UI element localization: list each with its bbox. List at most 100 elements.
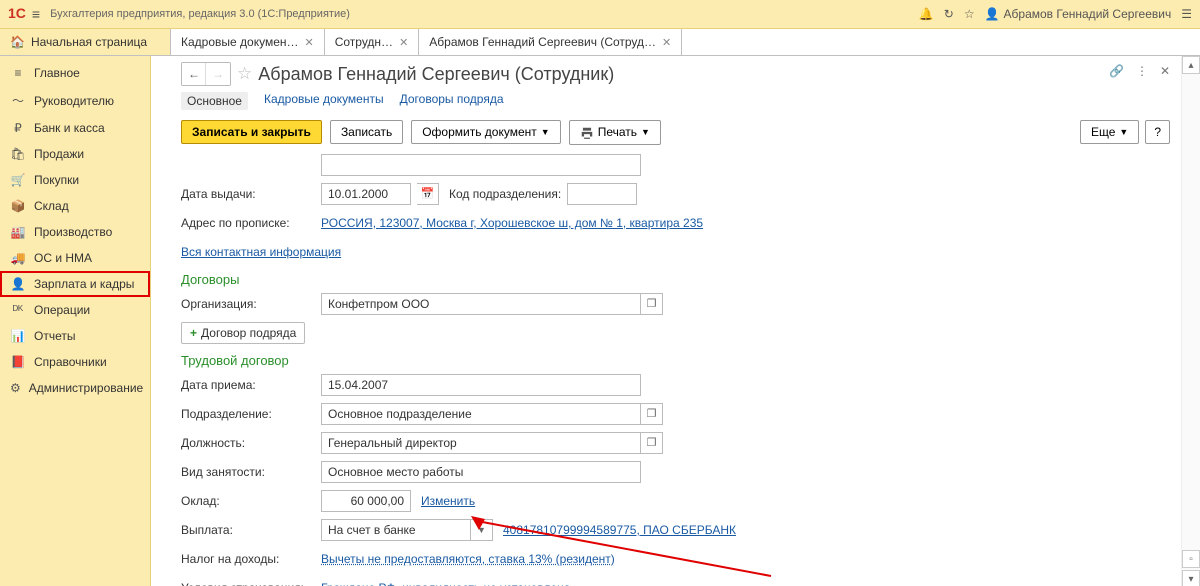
page-title: Абрамов Геннадий Сергеевич (Сотрудник)	[258, 64, 614, 85]
caret-down-icon[interactable]: ▼	[471, 519, 493, 541]
close-icon[interactable]: ✕	[1160, 64, 1170, 78]
sidebar-item-production[interactable]: 🏭Производство	[0, 219, 150, 245]
history-icon[interactable]: ↻	[944, 7, 954, 21]
ins-link[interactable]: Граждане РФ, инвалидность не установлена	[321, 581, 570, 586]
tax-link[interactable]: Вычеты не предоставляются, ставка 13% (р…	[321, 552, 615, 566]
salary-input[interactable]: 60 000,00	[321, 490, 411, 512]
calendar-icon[interactable]: 📅	[417, 183, 439, 205]
tab-label: Кадровые докумен…	[181, 35, 299, 49]
printer-icon	[580, 125, 594, 140]
forward-button[interactable]: →	[206, 63, 230, 85]
sidebar-item-label: Отчеты	[34, 329, 75, 343]
sidebar-item-hr[interactable]: 👤Зарплата и кадры	[0, 271, 150, 297]
bell-icon[interactable]: 🔔	[919, 7, 934, 21]
salary-change-link[interactable]: Изменить	[421, 494, 475, 508]
back-button[interactable]: ←	[182, 63, 206, 85]
logo-1c: 1С	[8, 5, 26, 21]
open-icon[interactable]: ❐	[641, 432, 663, 454]
sidebar-item-reports[interactable]: 📊 Отчеты	[0, 323, 150, 349]
sidebar-item-purchases[interactable]: 🛒Покупки	[0, 167, 150, 193]
payout-select[interactable]: На счет в банке	[321, 519, 471, 541]
subtab-podr[interactable]: Договоры подряда	[400, 92, 504, 110]
user-chip[interactable]: 👤 Абрамов Геннадий Сергеевич	[985, 7, 1172, 21]
payout-label: Выплата:	[181, 523, 321, 537]
tab-home[interactable]: 🏠 Начальная страница	[0, 29, 171, 55]
sidebar-item-admin[interactable]: ⚙Администрирование	[0, 375, 150, 401]
scrollbar[interactable]: ▴ ▫ ▾	[1181, 56, 1200, 586]
favorite-icon[interactable]: ☆	[237, 64, 252, 84]
scroll-square[interactable]: ▫	[1182, 550, 1200, 568]
bag-icon: 🛍	[10, 147, 26, 161]
position-input[interactable]: Генеральный директор	[321, 432, 641, 454]
blank-field[interactable]	[321, 154, 641, 176]
scroll-down-icon[interactable]: ▾	[1182, 570, 1200, 586]
bank-link[interactable]: 40817810799994589775, ПАО СБЕРБАНК	[503, 523, 736, 537]
print-button[interactable]: Печать▼	[569, 120, 661, 145]
sidebar-item-boss[interactable]: 〜Руководителю	[0, 86, 150, 115]
sidebar-item-directories[interactable]: 📕Справочники	[0, 349, 150, 375]
salary-label: Оклад:	[181, 494, 321, 508]
subtab-main[interactable]: Основное	[181, 92, 248, 110]
sidebar-item-operations[interactable]: ᴰᴷОперации	[0, 297, 150, 323]
tab-sotrudniki[interactable]: Сотрудн… ✕	[325, 29, 420, 55]
sidebar-item-label: Производство	[34, 225, 112, 239]
close-icon[interactable]: ✕	[662, 36, 671, 49]
subtab-docs[interactable]: Кадровые документы	[264, 92, 384, 110]
ruble-icon: ₽	[10, 121, 26, 135]
box-icon: 📦	[10, 199, 26, 213]
app-title: Бухгалтерия предприятия, редакция 3.0 (1…	[50, 8, 350, 20]
address-link[interactable]: РОССИЯ, 123007, Москва г, Хорошевское ш,…	[321, 216, 703, 230]
link-icon[interactable]: 🔗	[1109, 64, 1124, 78]
sidebar-item-label: Продажи	[34, 147, 84, 161]
emp-type-input[interactable]: Основное место работы	[321, 461, 641, 483]
sidebar-item-sales[interactable]: 🛍 Продажи	[0, 141, 150, 167]
btn-label: Договор подряда	[201, 326, 296, 340]
create-doc-button[interactable]: Оформить документ▼	[411, 120, 560, 144]
tab-label: Абрамов Геннадий Сергеевич (Сотруд…	[429, 35, 656, 49]
dept-code-label: Код подразделения:	[449, 187, 561, 201]
hire-date-label: Дата приема:	[181, 378, 321, 392]
star-icon[interactable]: ☆	[964, 7, 975, 21]
tax-label: Налог на доходы:	[181, 552, 321, 566]
scroll-up-icon[interactable]: ▴	[1182, 56, 1200, 74]
page-header: ← → ☆ Абрамов Геннадий Сергеевич (Сотруд…	[181, 62, 1170, 86]
org-input[interactable]: Конфетпром ООО	[321, 293, 641, 315]
sidebar-item-label: Администрирование	[29, 381, 143, 395]
book-icon: 📕	[10, 355, 26, 369]
open-icon[interactable]: ❐	[641, 403, 663, 425]
barchart-icon: 📊	[10, 329, 26, 343]
save-button[interactable]: Записать	[330, 120, 403, 144]
settings-icon[interactable]: ☰	[1181, 7, 1192, 21]
issue-date-input[interactable]: 10.01.2000	[321, 183, 411, 205]
sidebar-item-warehouse[interactable]: 📦Склад	[0, 193, 150, 219]
sidebar-item-label: Банк и касса	[34, 121, 105, 135]
ins-label: Условия страхования:	[181, 581, 321, 586]
help-button[interactable]: ?	[1145, 120, 1170, 144]
caret-down-icon: ▼	[541, 127, 550, 137]
list-icon: ≡	[10, 66, 26, 80]
open-icon[interactable]: ❐	[641, 293, 663, 315]
add-contract-button[interactable]: + Договор подряда	[181, 322, 305, 344]
sidebar-item-os-nma[interactable]: 🚚ОС и НМА	[0, 245, 150, 271]
save-close-button[interactable]: Записать и закрыть	[181, 120, 322, 144]
btn-label: Еще	[1091, 125, 1115, 139]
all-contacts-link[interactable]: Вся контактная информация	[181, 245, 341, 259]
contracts-section: Договоры	[181, 272, 1170, 287]
truck-icon: 🚚	[10, 251, 26, 265]
kebab-icon[interactable]: ⋮	[1136, 64, 1148, 78]
sidebar-item-main[interactable]: ≡Главное	[0, 60, 150, 86]
topbar-right: 🔔 ↻ ☆ 👤 Абрамов Геннадий Сергеевич ☰	[919, 7, 1192, 21]
close-icon[interactable]: ✕	[399, 36, 408, 49]
tab-employee[interactable]: Абрамов Геннадий Сергеевич (Сотруд… ✕	[419, 29, 682, 55]
address-label: Адрес по прописке:	[181, 216, 321, 230]
more-button[interactable]: Еще▼	[1080, 120, 1139, 144]
person-icon: 👤	[10, 277, 26, 291]
tab-kadrovye[interactable]: Кадровые докумен… ✕	[171, 29, 325, 55]
dept-code-input[interactable]	[567, 183, 637, 205]
sidebar-item-bank[interactable]: ₽ Банк и касса	[0, 115, 150, 141]
subdiv-input[interactable]: Основное подразделение	[321, 403, 641, 425]
menu-icon[interactable]: ≡	[32, 6, 40, 22]
cart-icon: 🛒	[10, 173, 26, 187]
close-icon[interactable]: ✕	[305, 36, 314, 49]
hire-date-input[interactable]: 15.04.2007	[321, 374, 641, 396]
